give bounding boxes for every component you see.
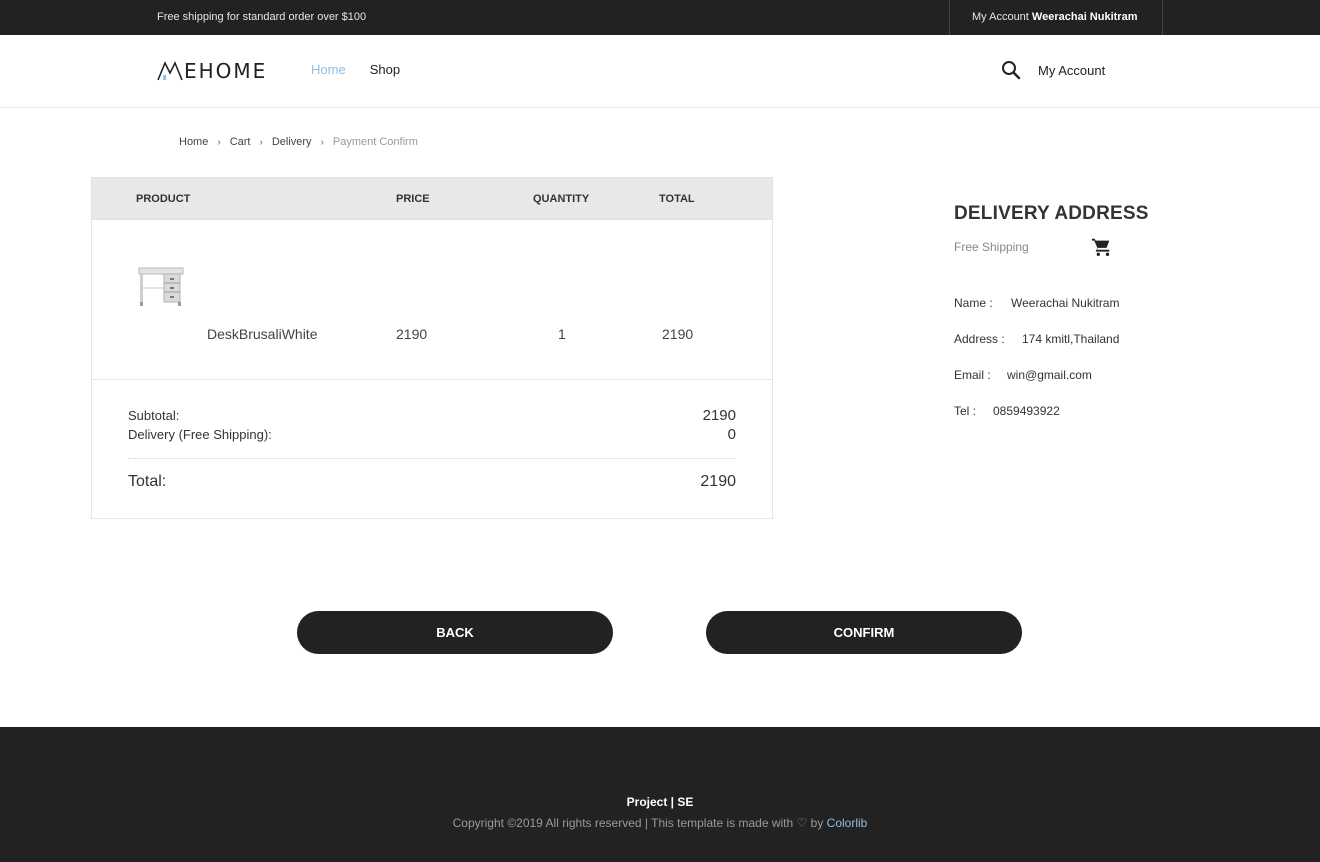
confirm-button[interactable]: CONFIRM	[706, 611, 1022, 654]
summary-divider	[128, 458, 736, 459]
delivery-name-row: Name : Weerachai Nukitram	[954, 296, 1119, 310]
footer-copyright: Copyright ©2019 All rights reserved | Th…	[0, 816, 1320, 830]
delivery-address-panel: DELIVERY ADDRESS Free Shipping Name : Wee…	[954, 203, 1254, 418]
top-bar: Free shipping for standard order over $1…	[0, 0, 1320, 35]
product-quantity: 1	[558, 326, 566, 342]
footer-project: Project | SE	[626, 795, 694, 809]
header-account-link[interactable]: My Account	[1038, 63, 1105, 78]
desk-thumbnail	[138, 267, 184, 306]
subtotal-label: Subtotal:	[128, 408, 180, 423]
nav-home[interactable]: Home	[311, 62, 346, 77]
breadcrumb-home[interactable]: Home	[179, 136, 208, 148]
chevron-right-icon: ›	[259, 136, 263, 148]
breadcrumb-cart[interactable]: Cart	[230, 136, 251, 148]
delivery-fee-value: 0	[727, 426, 736, 443]
header-quantity: QUANTITY	[533, 193, 590, 205]
top-account-link[interactable]: My Account Weerachai Nukitram	[972, 11, 1138, 23]
email-label: Email :	[954, 368, 991, 382]
credit-by: by	[810, 816, 824, 830]
product-price: 2190	[396, 326, 428, 342]
logo-house-icon	[157, 61, 183, 81]
logo-text: EHOME	[184, 59, 268, 83]
nav-shop[interactable]: Shop	[370, 62, 400, 77]
delivery-title: DELIVERY ADDRESS	[954, 203, 1149, 224]
delivery-tel-row: Tel : 0859493922	[954, 404, 1060, 418]
header-total: TOTAL	[659, 193, 695, 205]
cart-table: PRODUCT PRICE QUANTITY TOTAL DeskBrusali…	[91, 177, 773, 519]
top-account-name: Weerachai Nukitram	[1031, 11, 1138, 23]
breadcrumb-current: Payment Confirm	[332, 136, 418, 148]
breadcrumb-delivery[interactable]: Delivery	[272, 136, 312, 148]
main-nav: Home Shop	[311, 62, 400, 77]
top-account-area: My Account Weerachai Nukitram	[949, 0, 1163, 35]
site-logo[interactable]: EHOME	[157, 59, 267, 83]
email-value: win@gmail.com	[1007, 368, 1092, 382]
delivery-fee-label: Delivery (Free Shipping):	[128, 427, 272, 442]
tel-value: 0859493922	[993, 404, 1060, 418]
total-label: Total:	[128, 473, 167, 490]
chevron-right-icon: ›	[320, 136, 324, 148]
back-button[interactable]: BACK	[297, 611, 613, 654]
top-account-prefix: My Account	[972, 11, 1029, 23]
chevron-right-icon: ›	[217, 136, 221, 148]
product-total: 2190	[662, 326, 694, 342]
shipping-type: Free Shipping	[954, 240, 1029, 254]
name-label: Name :	[954, 296, 993, 310]
header-price: PRICE	[396, 193, 430, 205]
product-name[interactable]: DeskBrusaliWhite	[207, 326, 317, 342]
address-label: Address :	[954, 332, 1005, 346]
breadcrumb: Home › Cart › Delivery › Payment Confirm	[179, 136, 418, 148]
order-summary: Subtotal: 2190 Delivery (Free Shipping):…	[91, 379, 773, 519]
address-value: 174 kmitl,Thailand	[1022, 332, 1120, 346]
search-icon[interactable]	[1000, 59, 1022, 81]
tel-label: Tel :	[954, 404, 977, 418]
shipping-notice: Free shipping for standard order over $1…	[157, 11, 367, 23]
heart-icon: ♡	[796, 816, 808, 830]
header-actions: My Account	[1000, 59, 1110, 256]
site-footer: Project | SE Copyright ©2019 All rights …	[0, 727, 1320, 862]
site-header: EHOME Home Shop My Account	[0, 35, 1320, 256]
delivery-email-row: Email : win@gmail.com	[954, 368, 1092, 382]
credit-link[interactable]: Colorlib	[827, 816, 868, 830]
name-value: Weerachai Nukitram	[1011, 296, 1120, 310]
table-row: DeskBrusaliWhite 2190 1 2190	[91, 220, 773, 379]
total-value: 2190	[700, 473, 736, 490]
header-product: PRODUCT	[136, 193, 191, 205]
subtotal-value: 2190	[702, 407, 736, 424]
copyright-text: Copyright ©2019 All rights reserved | Th…	[452, 816, 794, 830]
cart-table-header: PRODUCT PRICE QUANTITY TOTAL	[91, 177, 773, 220]
delivery-address-row: Address : 174 kmitl,Thailand	[954, 332, 1119, 346]
